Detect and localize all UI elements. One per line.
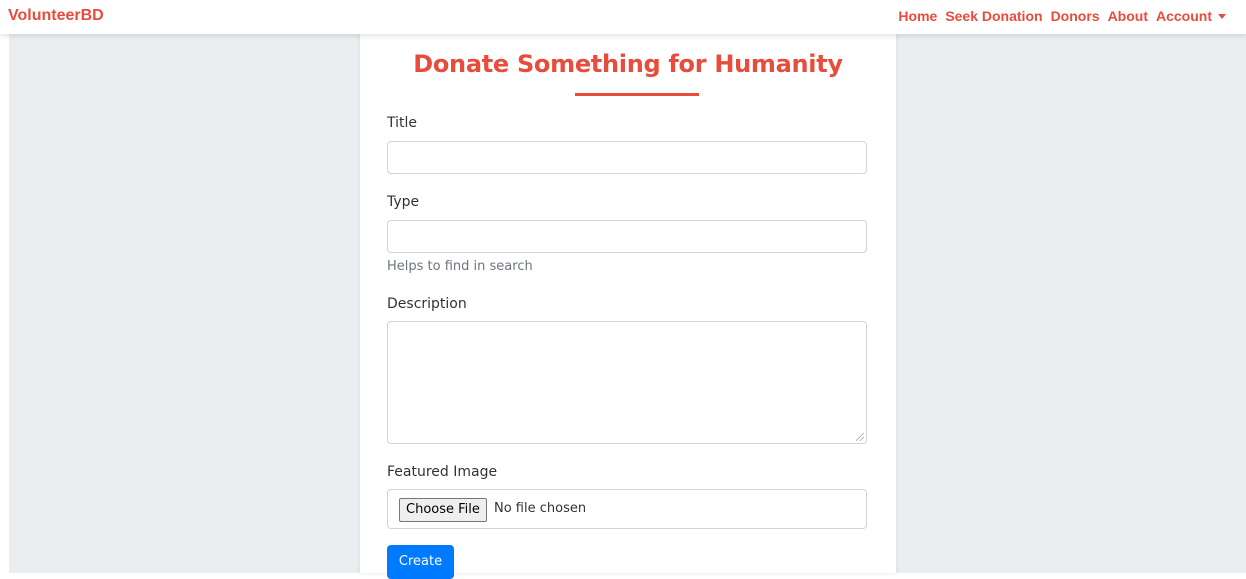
nav-account-dropdown[interactable]: Account [1156,8,1226,24]
resize-handle-icon[interactable] [856,433,864,441]
featured-image-file-input: Choose File No file chosen [387,489,867,529]
title-underline [575,93,699,96]
brand-logo-link[interactable]: VolunteerBD [8,7,104,25]
caret-down-icon [1218,13,1226,19]
choose-file-button[interactable]: Choose File [399,498,487,522]
create-button[interactable]: Create [387,545,454,579]
nav-home-link[interactable]: Home [898,8,937,24]
nav-account-label: Account [1156,8,1212,24]
nav-donors-link[interactable]: Donors [1051,8,1100,24]
featured-image-label: Featured Image [387,464,498,480]
description-label: Description [387,296,467,312]
title-input[interactable] [387,141,867,174]
top-navbar: VolunteerBD Home Seek Donation Donors Ab… [0,0,1246,34]
nav-links: Home Seek Donation Donors About Account [890,8,1226,24]
type-label: Type [387,194,420,210]
nav-seek-donation-link[interactable]: Seek Donation [945,8,1042,24]
description-textarea[interactable] [387,321,867,444]
type-help-text: Helps to find in search [387,259,533,274]
page-title: Donate Something for Humanity [413,50,843,78]
file-status-text: No file chosen [494,501,587,516]
nav-about-link[interactable]: About [1108,8,1148,24]
donation-form-card: Donate Something for Humanity Title Type… [360,34,896,579]
title-label: Title [387,115,418,131]
type-input[interactable] [387,220,867,253]
